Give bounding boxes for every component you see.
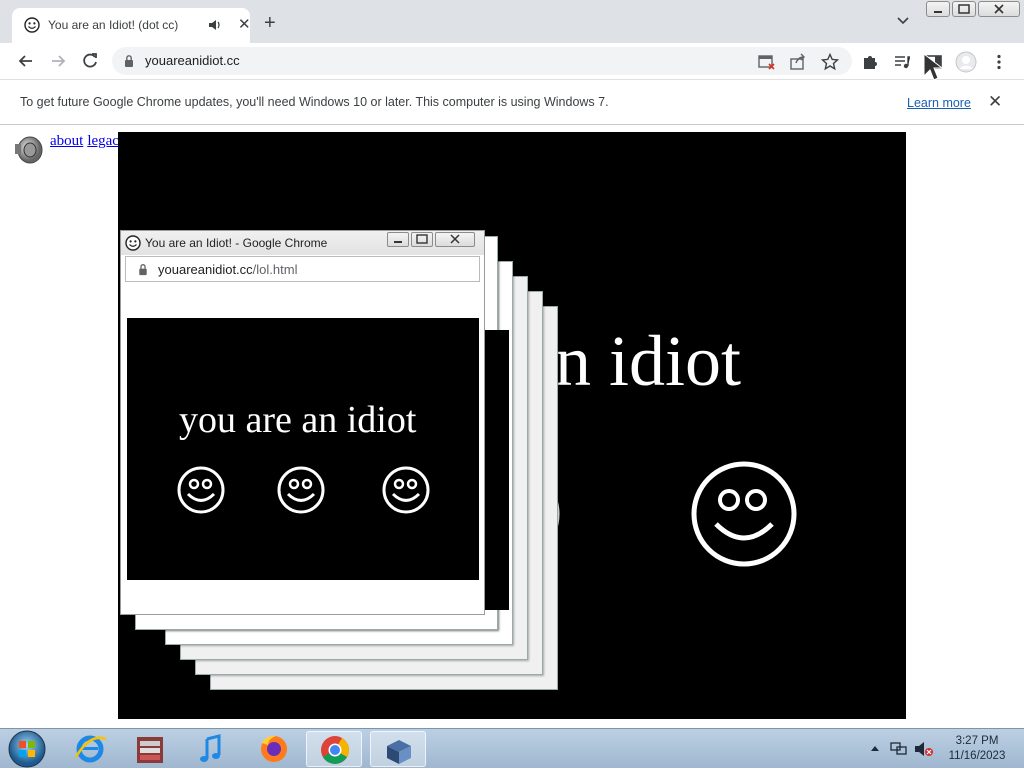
- tab-title: You are an Idiot! (dot cc): [48, 18, 179, 32]
- infobar-message: To get future Google Chrome updates, you…: [20, 95, 609, 109]
- menu-kebab-icon[interactable]: [990, 53, 1008, 71]
- bookmark-star-icon[interactable]: [821, 53, 839, 71]
- mouse-cursor-icon: [923, 52, 944, 81]
- address-url[interactable]: youareanidiot.cc: [145, 53, 240, 68]
- taskbar-ie[interactable]: [62, 731, 118, 767]
- taskbar: 3:27 PM 11/16/2023: [0, 728, 1024, 768]
- smiley-face-icon: [277, 466, 325, 514]
- popup-window[interactable]: You are an Idiot! - Google Chrome youare…: [120, 230, 485, 615]
- taskbar-itunes[interactable]: [184, 731, 240, 767]
- taskbar-firefox[interactable]: [246, 731, 302, 767]
- close-icon: [994, 4, 1004, 14]
- archive-app-icon: [137, 737, 163, 763]
- smiley-face-icon: [382, 466, 430, 514]
- infobar-close-button[interactable]: ✕: [988, 92, 1002, 112]
- popup-close-button[interactable]: [435, 232, 475, 247]
- popup-window-controls: [387, 232, 479, 248]
- clock-time: 3:27 PM: [955, 735, 999, 747]
- popup-url: youareanidiot.cc/lol.html: [158, 262, 297, 277]
- system-app-icon: [387, 740, 411, 764]
- system-clock[interactable]: 3:27 PM 11/16/2023: [940, 734, 1014, 764]
- lock-icon[interactable]: [124, 54, 134, 68]
- firefox-icon: [261, 735, 287, 762]
- popup-idiot-text: you are an idiot: [179, 399, 417, 441]
- close-window-button[interactable]: [978, 1, 1020, 17]
- popup-blocked-icon[interactable]: [758, 53, 776, 71]
- link-about[interactable]: about: [50, 133, 83, 149]
- clock-date: 11/16/2023: [948, 750, 1006, 762]
- taskbar-archive-app[interactable]: [122, 731, 178, 767]
- popup-titlebar[interactable]: You are an Idiot! - Google Chrome: [121, 231, 484, 255]
- tab-active[interactable]: You are an Idiot! (dot cc) ✕: [12, 8, 251, 43]
- tab-strip: You are an Idiot! (dot cc) ✕ +: [0, 0, 1024, 43]
- minimize-button[interactable]: [926, 1, 950, 17]
- new-tab-button[interactable]: +: [264, 13, 276, 33]
- close-icon: [450, 234, 460, 244]
- popup-maximize-button[interactable]: [411, 232, 433, 247]
- popup-url-domain: youareanidiot.cc: [158, 262, 253, 277]
- volume-muted-icon[interactable]: [914, 741, 934, 757]
- network-icon[interactable]: [890, 741, 908, 757]
- speaker-icon[interactable]: [12, 132, 44, 164]
- start-orb-icon[interactable]: [6, 729, 48, 769]
- extensions-puzzle-icon[interactable]: [861, 53, 879, 71]
- reload-icon[interactable]: [80, 51, 100, 71]
- address-bar[interactable]: youareanidiot.cc: [112, 47, 852, 75]
- share-icon[interactable]: [789, 53, 807, 71]
- window-controls: [926, 1, 1022, 19]
- popup-title: You are an Idiot! - Google Chrome: [145, 236, 328, 250]
- music-note-icon: [200, 734, 221, 762]
- profile-avatar-icon[interactable]: [955, 51, 977, 73]
- media-control-icon[interactable]: [893, 53, 911, 71]
- restore-icon: [416, 234, 428, 244]
- maximize-button[interactable]: [952, 1, 976, 17]
- back-arrow-icon[interactable]: [16, 51, 36, 71]
- smiley-favicon-icon: [125, 235, 141, 251]
- taskbar-system-app[interactable]: [370, 731, 426, 767]
- update-infobar: To get future Google Chrome updates, you…: [0, 79, 1024, 125]
- tab-close-button[interactable]: ✕: [238, 17, 251, 33]
- lock-icon: [139, 264, 147, 276]
- popup-address-bar[interactable]: youareanidiot.cc/lol.html: [125, 256, 480, 282]
- learn-more-link[interactable]: Learn more: [907, 96, 971, 110]
- smiley-face-icon: [177, 466, 225, 514]
- smiley-face-icon: [691, 461, 797, 567]
- internet-explorer-icon: [74, 735, 107, 763]
- forward-arrow-icon[interactable]: [48, 51, 68, 71]
- chrome-icon: [321, 736, 349, 764]
- tab-search-chevron-icon[interactable]: [896, 16, 910, 26]
- minimize-icon: [394, 241, 402, 243]
- taskbar-chrome[interactable]: [306, 731, 362, 767]
- popup-minimize-button[interactable]: [387, 232, 409, 247]
- show-hidden-icons-chevron-icon[interactable]: [870, 744, 880, 752]
- restore-icon: [958, 4, 970, 14]
- popup-content: you are an idiot: [127, 318, 479, 580]
- popup-stack-dark-edge: [483, 330, 509, 610]
- popup-url-path: /lol.html: [252, 262, 298, 277]
- minimize-icon: [934, 11, 942, 13]
- audio-playing-icon[interactable]: [208, 19, 222, 31]
- smiley-favicon-icon: [24, 17, 40, 33]
